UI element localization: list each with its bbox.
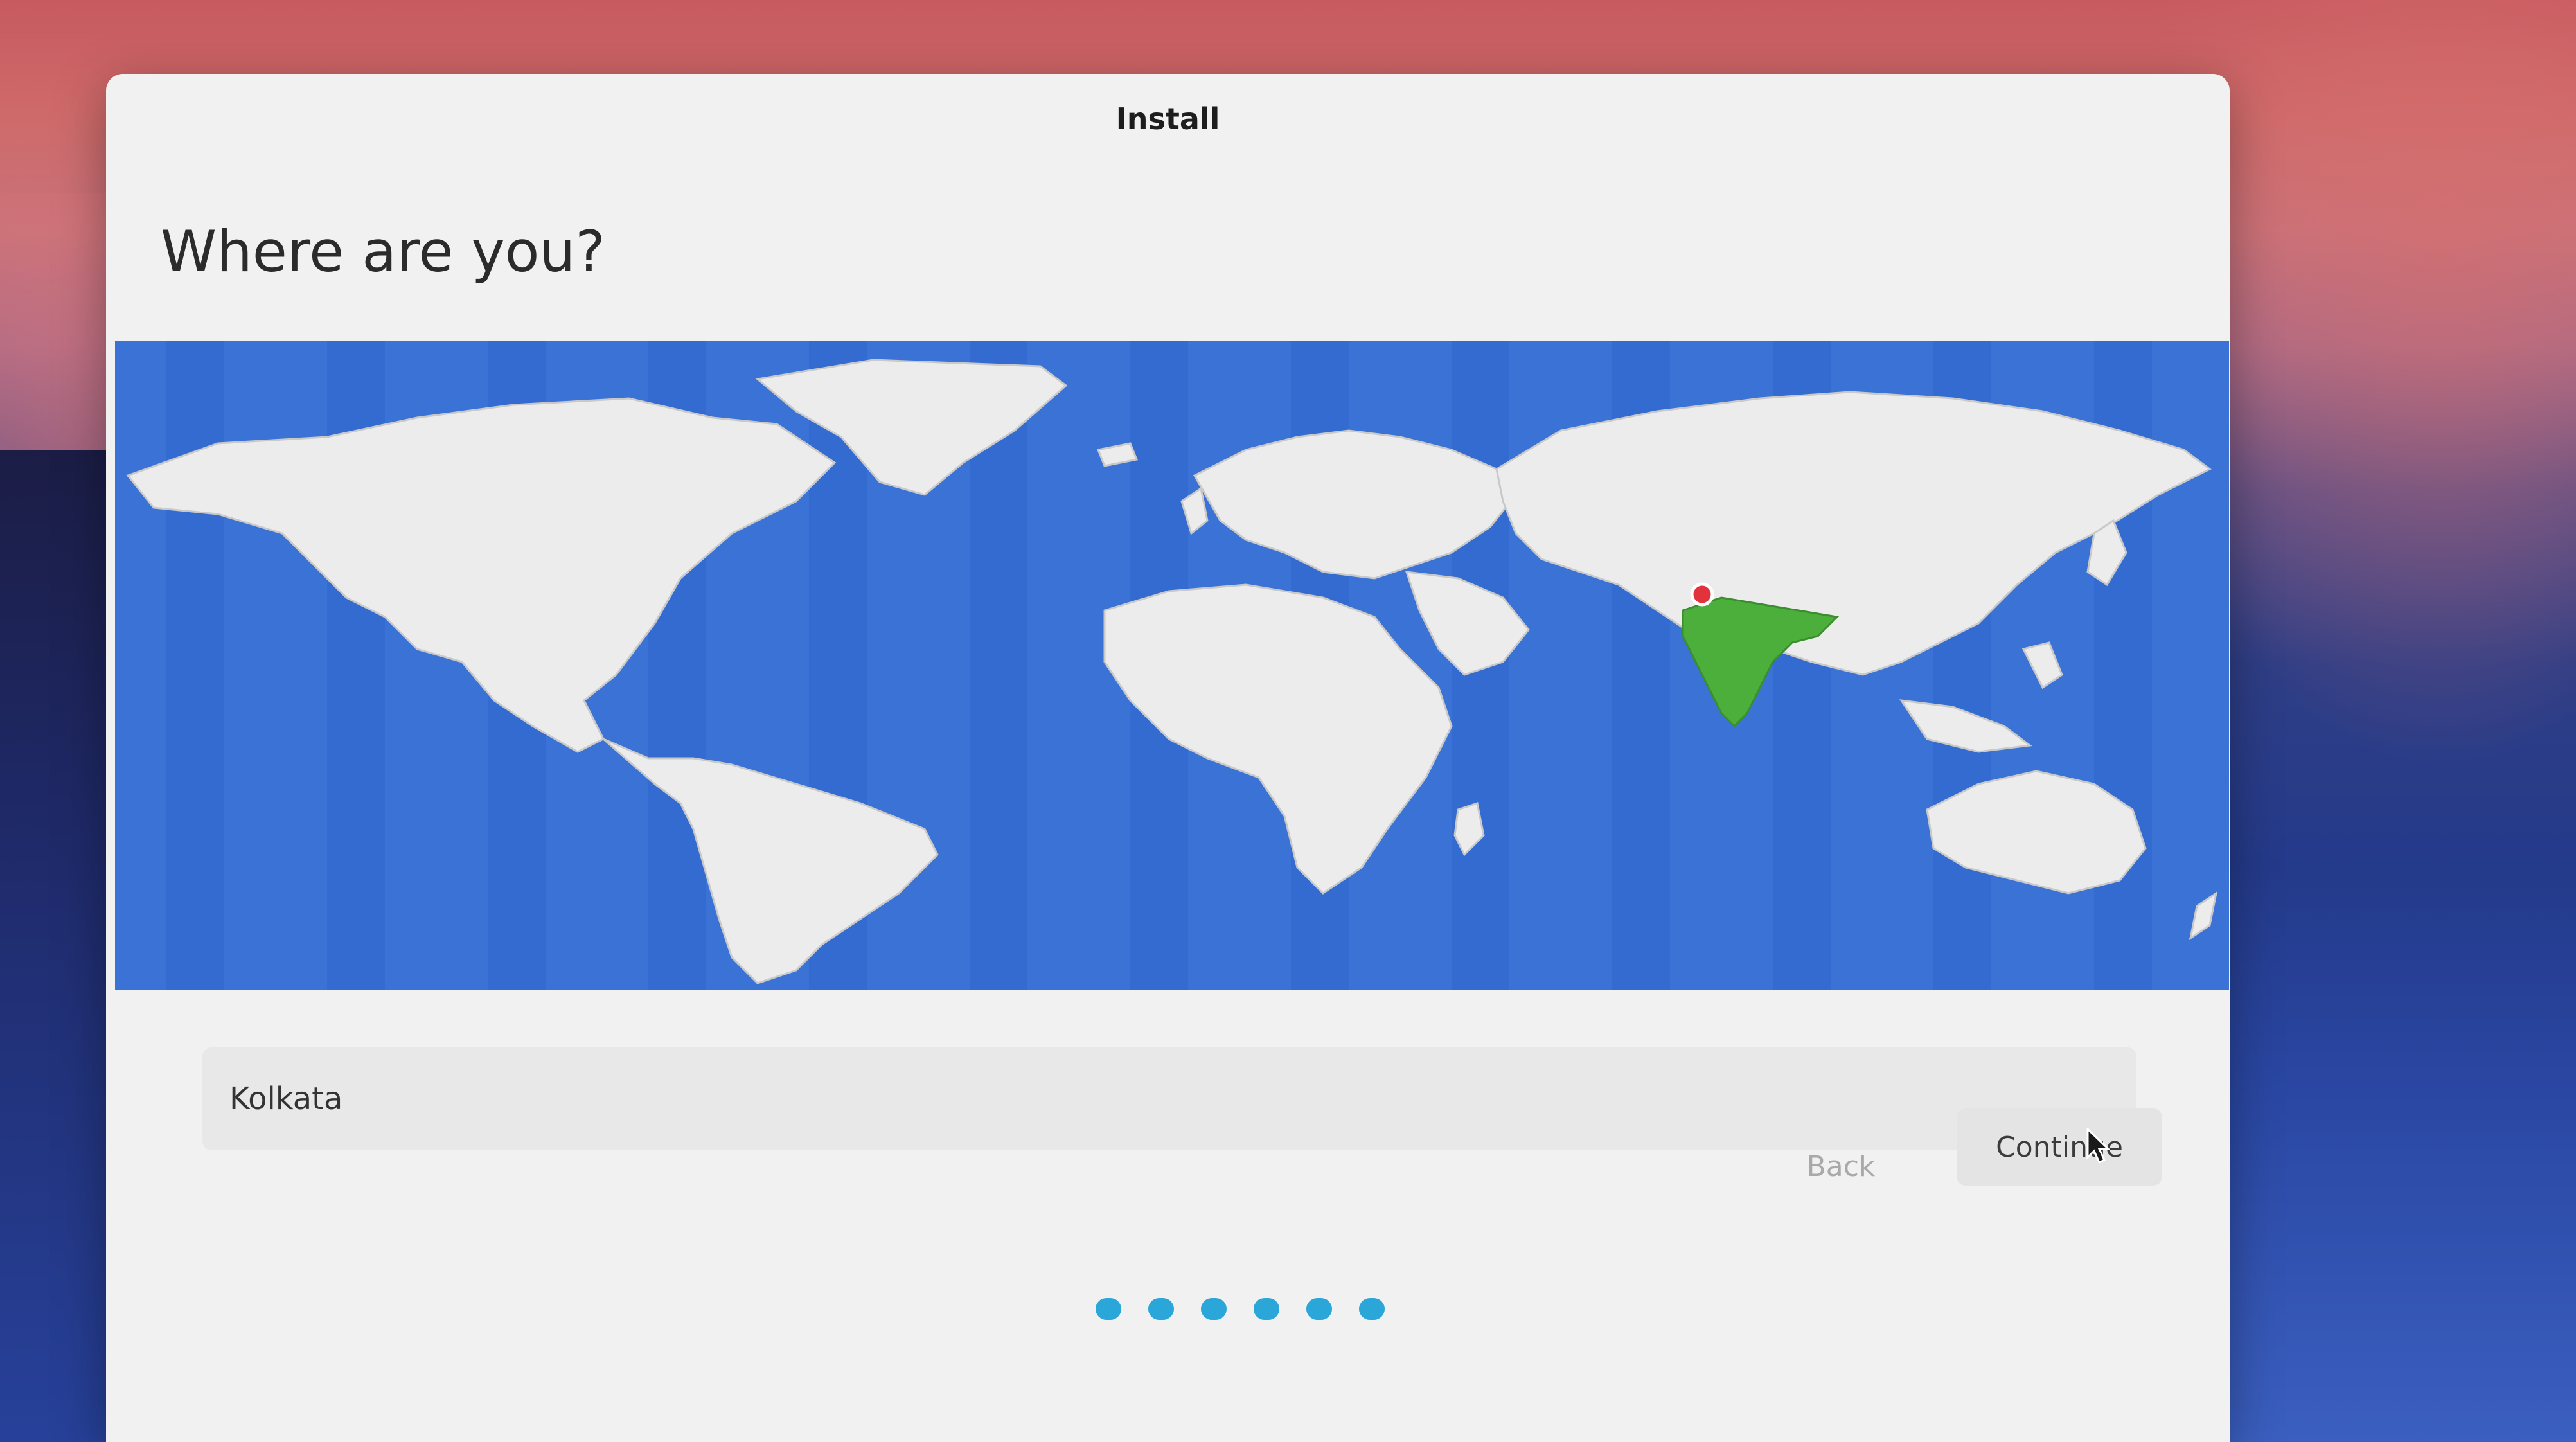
window-title: Install	[1115, 102, 1220, 136]
timezone-map[interactable]	[115, 341, 2229, 990]
step-dot	[1306, 1298, 1332, 1320]
installer-window: Install Where are you? Kolkata Back Cont…	[106, 74, 2230, 1442]
step-dot	[1096, 1298, 1121, 1320]
step-indicator	[1096, 1298, 1385, 1320]
page-title: Where are you?	[161, 218, 605, 285]
step-dot	[1148, 1298, 1174, 1320]
continue-button[interactable]: Continue	[1957, 1108, 2162, 1186]
world-map-icon	[115, 341, 2229, 990]
location-pin-icon	[1690, 582, 1714, 607]
mouse-pointer-icon	[2086, 1128, 2111, 1164]
step-dot	[1201, 1298, 1227, 1320]
back-button[interactable]: Back	[1757, 1128, 1924, 1205]
step-dot	[1359, 1298, 1385, 1320]
window-titlebar[interactable]: Install	[106, 74, 2230, 164]
step-dot	[1254, 1298, 1279, 1320]
